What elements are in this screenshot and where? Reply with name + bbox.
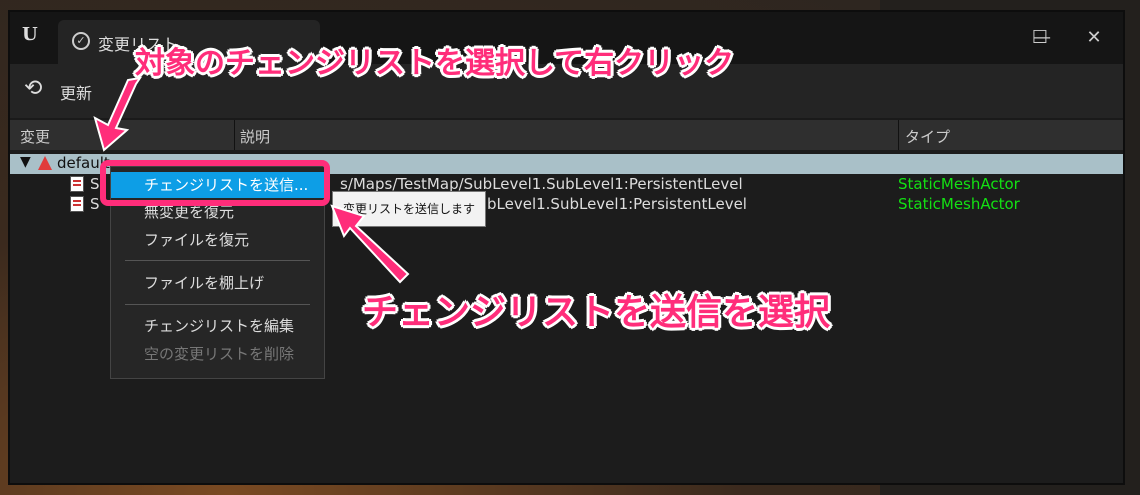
annotation-bottom-text: チェンジリストを送信を選択 [362,292,831,333]
arrow-to-menu-item [330,204,410,284]
annotation-top-text: 対象のチェンジリストを選択して右クリック [135,46,735,81]
arrow-to-row [93,76,143,152]
